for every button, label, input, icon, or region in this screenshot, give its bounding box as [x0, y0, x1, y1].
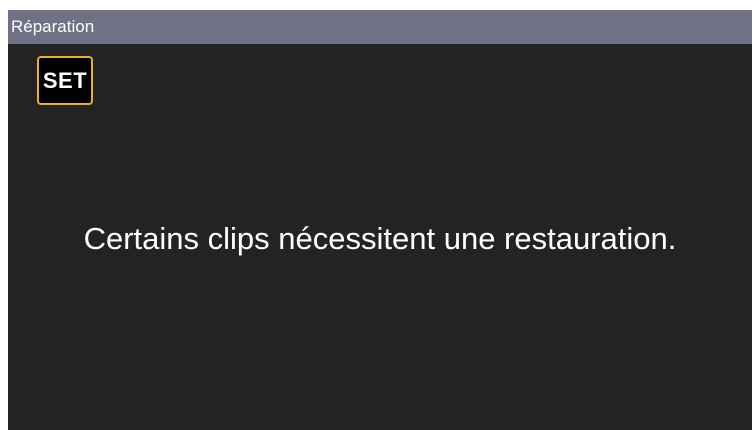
restoration-message: Certains clips nécessitent une restaurat…: [83, 221, 677, 256]
set-button[interactable]: SET: [37, 56, 93, 105]
set-button-label: SET: [42, 68, 88, 93]
repair-screen: Réparation SET Certains clips nécessiten…: [8, 10, 752, 430]
screen-title: Réparation: [11, 17, 95, 36]
title-bar: Réparation: [8, 10, 752, 44]
